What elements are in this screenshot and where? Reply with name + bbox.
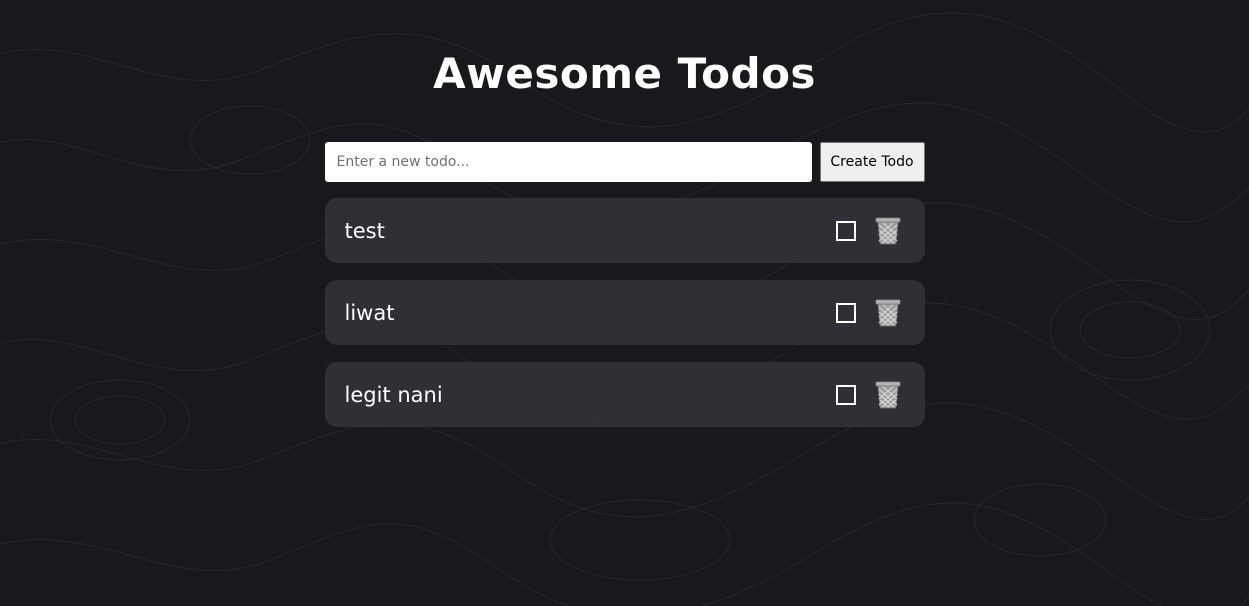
todo-text: liwat	[344, 300, 395, 325]
page-title: Awesome Todos	[433, 49, 816, 98]
todo-text: legit nani	[344, 382, 443, 407]
complete-checkbox[interactable]	[835, 302, 856, 323]
todo-item: legit nani	[324, 362, 925, 427]
complete-checkbox[interactable]	[835, 384, 856, 405]
todo-item: test	[324, 198, 925, 263]
create-todo-button[interactable]: Create Todo	[819, 142, 925, 182]
new-todo-form: Create Todo	[324, 142, 925, 182]
trash-icon[interactable]	[875, 299, 901, 327]
trash-icon[interactable]	[875, 381, 901, 409]
new-todo-input[interactable]	[324, 142, 812, 182]
complete-checkbox[interactable]	[835, 220, 856, 241]
trash-icon[interactable]	[875, 217, 901, 245]
todo-list: test liwat legit nani	[324, 198, 925, 427]
app-container: Awesome Todos Create Todo test liwat	[324, 0, 925, 427]
todo-text: test	[344, 218, 385, 243]
todo-item: liwat	[324, 280, 925, 345]
